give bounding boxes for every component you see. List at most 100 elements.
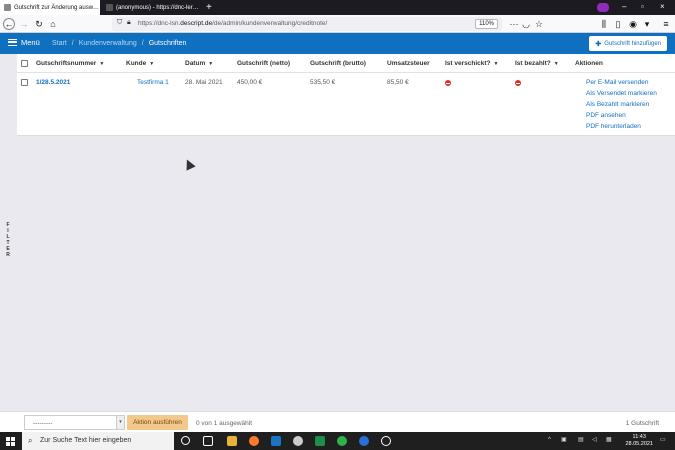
url-bar[interactable]: ⛉ 🔒︎ https://dnc-lsn.descript.de/de/admi… — [112, 17, 502, 31]
navigation-toolbar: ← → ↻ ⌂ ⛉ 🔒︎ https://dnc-lsn.descript.de… — [0, 15, 675, 33]
taskbar-search-placeholder: Zur Suche Text hier eingeben — [40, 437, 132, 444]
new-tab-button[interactable]: + — [202, 0, 216, 15]
bulk-action-bar: --------- ▾ Aktion ausführen 0 von 1 aus… — [0, 411, 675, 432]
network-icon[interactable]: ▤ — [578, 437, 585, 444]
menu-icon — [8, 39, 17, 46]
plus-icon: ✚ — [595, 40, 602, 48]
reload-icon[interactable]: ↻ — [33, 18, 45, 30]
library-icon[interactable]: ⫼ — [598, 18, 610, 30]
file-explorer-icon[interactable] — [227, 436, 237, 446]
taskbar-search-box[interactable]: ⌕ Zur Suche Text hier eingeben — [22, 432, 174, 450]
account-icon[interactable]: ◉ — [627, 18, 639, 30]
outlook-icon[interactable] — [271, 436, 281, 446]
credit-note-number-link[interactable]: 1/28.5.2021 — [36, 79, 70, 86]
breadcrumb: Start / Kundenverwaltung / Gutschriften — [52, 40, 186, 47]
menu-label: Menü — [21, 38, 40, 47]
clock-date: 28.05.2021 — [625, 441, 653, 447]
browser-tab-active[interactable]: Gutschrift zur Änderung ausw… × — [0, 0, 100, 15]
column-header-paid[interactable]: Ist bezahlt? ▼ — [515, 60, 559, 67]
bookmark-star-icon[interactable]: ☆ — [533, 18, 545, 30]
volume-icon[interactable]: ◁ — [592, 437, 599, 444]
notifications-icon[interactable]: ▭ — [660, 437, 667, 444]
tray-chevron-icon[interactable]: ^ — [548, 437, 555, 444]
column-header-sent[interactable]: Ist verschickt? ▼ — [445, 60, 498, 67]
column-header-net[interactable]: Gutschrift (netto) — [237, 60, 290, 67]
date-value: 28. Mai 2021 — [185, 79, 223, 86]
task-view-icon[interactable] — [203, 436, 213, 446]
close-tab-icon[interactable]: × — [99, 4, 100, 11]
filter-toggle[interactable]: FILTER — [5, 222, 11, 258]
action-view-pdf[interactable]: PDF ansehen — [586, 112, 626, 119]
gross-value: 535,50 € — [310, 79, 336, 86]
back-icon[interactable]: ← — [3, 18, 15, 30]
run-action-button[interactable]: Aktion ausführen — [127, 415, 188, 430]
sidebar-icon[interactable]: ▯ — [612, 18, 624, 30]
breadcrumb-kundenverwaltung[interactable]: Kundenverwaltung — [79, 40, 137, 47]
customer-link[interactable]: Testfirma 1 — [137, 79, 169, 86]
windows-start-icon[interactable] — [6, 437, 15, 446]
firefox-icon[interactable] — [249, 436, 259, 446]
close-window-icon[interactable]: × — [660, 2, 665, 11]
url-text: https://dnc-lsn.descript.de/de/admin/kun… — [138, 20, 328, 27]
result-count: 1 Gutschrift — [625, 420, 659, 427]
column-header-date[interactable]: Datum ▼ — [185, 60, 213, 67]
browser-tab[interactable]: (anonymous) - https://dnc-ler… × — [102, 0, 200, 15]
divider — [17, 72, 675, 73]
browser-tab-strip: Gutschrift zur Änderung ausw… × (anonymo… — [0, 0, 675, 15]
add-credit-note-label: Gutschrift hinzufügen — [604, 40, 661, 47]
keyboard-icon[interactable]: ▦ — [606, 437, 613, 444]
extension-icon[interactable]: ▾ — [641, 18, 653, 30]
action-mark-sent[interactable]: Als Versendet markieren — [586, 90, 657, 97]
app-icon[interactable] — [337, 436, 347, 446]
windows-taskbar: ⌕ Zur Suche Text hier eingeben ^ ▣ ▤ ◁ ▦… — [0, 432, 675, 450]
lock-icon[interactable]: 🔒︎ — [127, 19, 131, 27]
breadcrumb-current: Gutschriften — [148, 39, 187, 47]
clock-app-icon[interactable] — [381, 436, 391, 446]
sort-caret-icon: ▼ — [208, 61, 214, 67]
row-checkbox[interactable] — [21, 79, 28, 86]
page-actions-icon[interactable]: ··· — [508, 18, 520, 30]
column-header-number[interactable]: Gutschriftsnummer ▼ — [36, 60, 104, 67]
app-header: Menü Start / Kundenverwaltung / Gutschriften… — [0, 33, 675, 54]
selection-count: 0 von 1 ausgewählt — [196, 420, 253, 427]
column-header-actions: Aktionen — [575, 60, 603, 67]
pocket-icon[interactable]: ◡ — [520, 18, 532, 30]
forward-icon[interactable]: → — [18, 18, 30, 30]
menu-button[interactable]: Menü — [8, 38, 40, 47]
sort-caret-icon: ▼ — [99, 61, 105, 67]
column-header-tax[interactable]: Umsatzsteuer — [387, 60, 430, 67]
chevron-down-icon[interactable]: ▾ — [116, 416, 124, 429]
excel-icon[interactable] — [315, 436, 325, 446]
maximize-icon[interactable]: ▫ — [641, 2, 644, 11]
action-send-email[interactable]: Per E-Mail versenden — [586, 79, 649, 86]
action-select[interactable]: --------- ▾ — [24, 415, 125, 430]
action-download-pdf[interactable]: PDF herunterladen — [586, 123, 641, 130]
chat-icon[interactable] — [359, 436, 369, 446]
tax-value: 85,50 € — [387, 79, 409, 86]
home-icon[interactable]: ⌂ — [47, 18, 59, 30]
chrome-icon[interactable] — [293, 436, 303, 446]
breadcrumb-start[interactable]: Start — [52, 40, 67, 47]
breadcrumb-separator: / — [141, 39, 144, 47]
column-header-gross[interactable]: Gutschrift (brutto) — [310, 60, 366, 67]
tab-title: (anonymous) - https://dnc-ler… — [116, 4, 199, 11]
tray-app-icon[interactable]: ▣ — [561, 437, 568, 444]
zoom-level[interactable]: 110% — [475, 19, 498, 29]
cortana-icon[interactable] — [181, 436, 190, 445]
column-header-customer[interactable]: Kunde ▼ — [126, 60, 154, 67]
action-mark-paid[interactable]: Als Bezahlt markieren — [586, 101, 649, 108]
add-credit-note-button[interactable]: ✚ Gutschrift hinzufügen — [589, 36, 667, 51]
results-table: Gutschriftsnummer ▼ Kunde ▼ Datum ▼ Gutschr… — [17, 54, 675, 136]
hamburger-menu-icon[interactable]: ≡ — [660, 18, 672, 30]
net-value: 450,00 € — [237, 79, 263, 86]
close-tab-icon[interactable]: × — [199, 4, 200, 11]
private-mode-icon — [597, 3, 609, 12]
taskbar-clock[interactable]: 11:43 28.05.2021 — [625, 434, 653, 448]
sort-caret-icon: ▼ — [149, 61, 155, 67]
select-all-checkbox[interactable] — [21, 60, 28, 67]
shield-icon[interactable]: ⛉ — [117, 19, 122, 27]
clock-time: 11:43 — [632, 434, 646, 440]
sent-no-icon — [445, 80, 451, 86]
minimize-icon[interactable]: – — [622, 2, 626, 11]
action-select-value: --------- — [33, 420, 53, 427]
